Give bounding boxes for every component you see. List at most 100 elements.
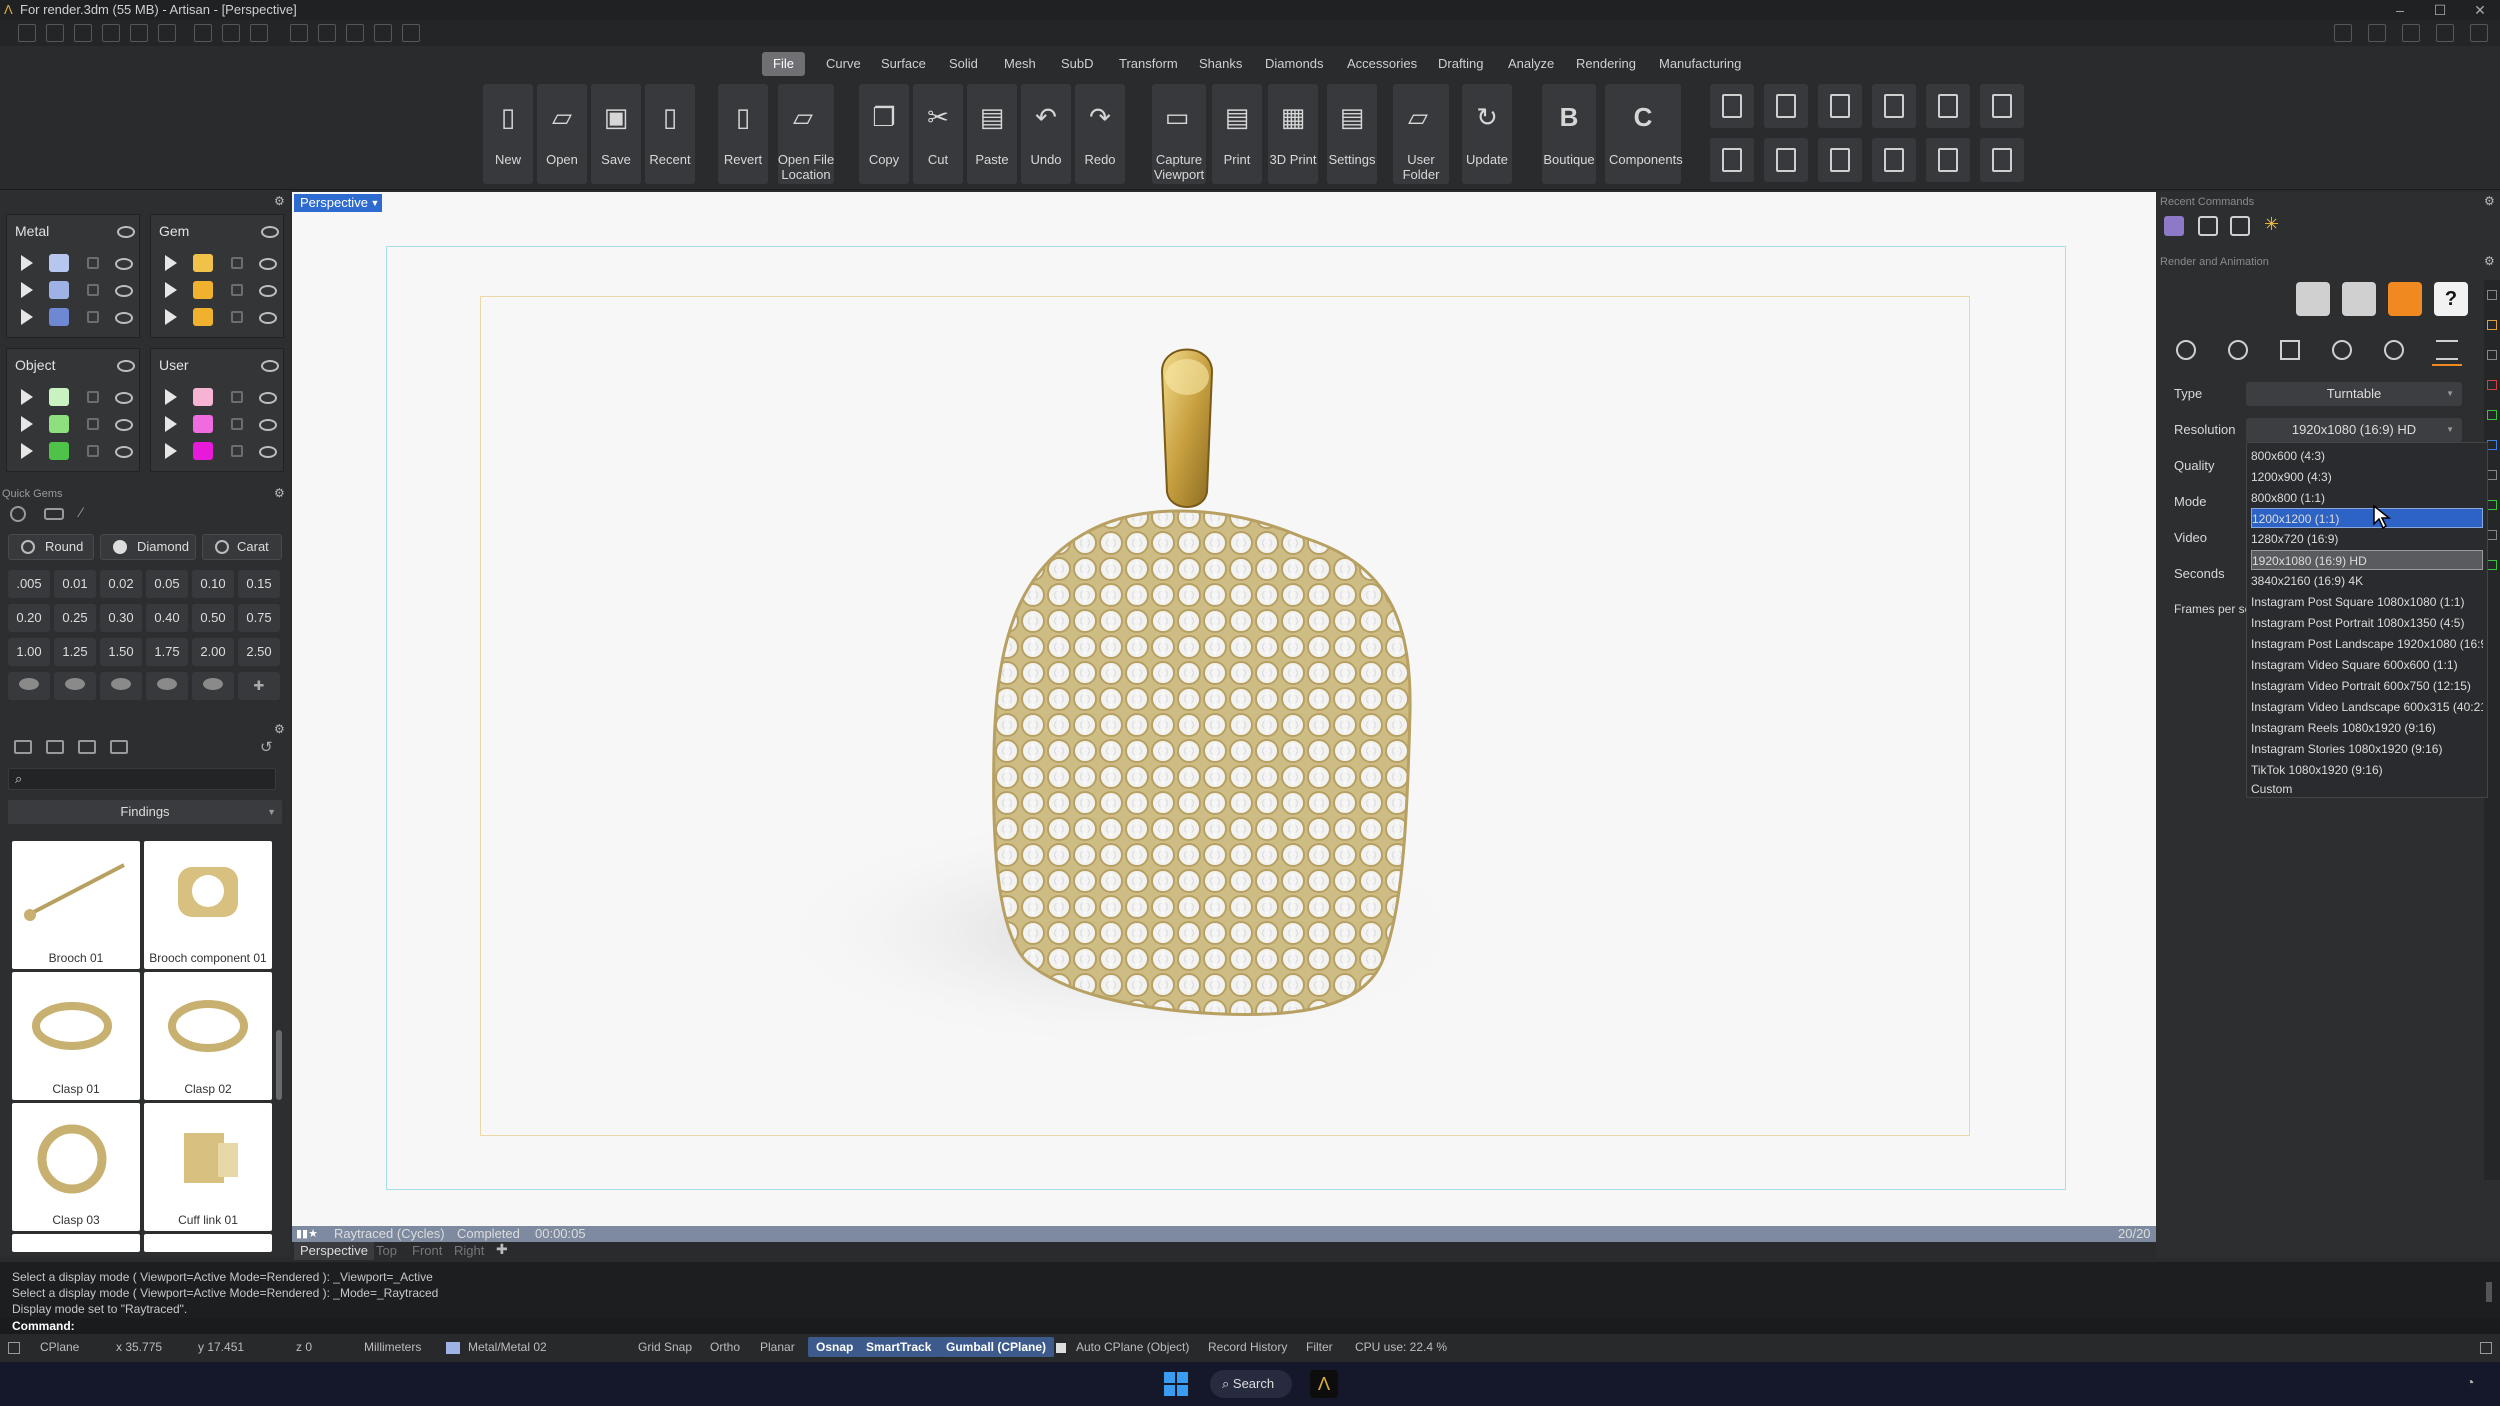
lock-icon[interactable] [231,418,243,430]
eye-icon[interactable] [115,446,133,458]
recent-gear-icon[interactable]: ⚙ [2484,194,2495,208]
environment-icon[interactable] [2228,340,2248,360]
capture-viewport-button[interactable]: ▭ Capture Viewport [1152,84,1206,184]
gem-setting-button[interactable] [146,672,188,700]
boutique-tool-button[interactable] [1926,138,1970,182]
qa-tool-icon[interactable] [318,24,336,42]
carat-value-button[interactable]: 1.50 [100,638,142,666]
play-icon[interactable] [165,416,177,432]
settings-icon[interactable] [2470,24,2488,42]
layer-color-swatch[interactable] [49,254,69,272]
strip-icon[interactable] [2487,350,2497,360]
gem-type-select[interactable]: Diamond [100,534,196,560]
minimize-button[interactable]: – [2380,0,2420,20]
resolution-option-hovered[interactable]: 1200x1200 (1:1) [2251,508,2483,528]
viewport-perspective[interactable] [292,192,2156,1242]
redo-button[interactable]: ↷ Redo [1075,84,1125,184]
strip-icon[interactable] [2487,470,2497,480]
carat-value-button[interactable]: 0.20 [8,604,50,632]
record-history-toggle[interactable]: Record History [1208,1340,1287,1354]
library-item-partial[interactable] [144,1234,272,1252]
tab-surface[interactable]: Surface [870,52,937,76]
strip-icon[interactable] [2487,290,2497,300]
play-icon[interactable] [21,255,33,271]
open-button[interactable]: ▱ Open [537,84,587,184]
carat-value-button[interactable]: 1.00 [8,638,50,666]
artisan-taskbar-icon[interactable]: Λ [1310,1370,1338,1398]
tab-mesh[interactable]: Mesh [993,52,1047,76]
qa-tool-icon[interactable] [374,24,392,42]
panel-toggle-icon[interactable] [2480,1342,2492,1354]
carat-value-button[interactable]: 0.01 [54,570,96,598]
taskbar-search[interactable]: ⌕ Search [1210,1370,1292,1398]
library-gear-icon[interactable]: ⚙ [274,722,285,736]
undo-button[interactable]: ↶ Undo [1021,84,1071,184]
maximize-button[interactable]: ☐ [2420,0,2460,20]
lock-icon[interactable] [231,284,243,296]
info-icon[interactable] [2368,24,2386,42]
carat-value-button[interactable]: 0.30 [100,604,142,632]
carat-value-button[interactable]: 0.05 [146,570,188,598]
recent-cmd-sun-icon[interactable]: ✳ [2264,214,2279,235]
resolution-option-selected[interactable]: 1920x1080 (16:9) HD [2251,550,2483,570]
eye-icon[interactable] [259,392,277,404]
resolution-option[interactable]: TikTok 1080x1920 (9:16) [2251,760,2483,780]
qa-new-template-icon[interactable] [46,24,64,42]
save-button[interactable]: ▣ Save [591,84,641,184]
tab-accessories[interactable]: Accessories [1336,52,1428,76]
copy-button[interactable]: ❐ Copy [859,84,909,184]
resolution-option[interactable]: Instagram Video Portrait 600x750 (12:15) [2251,676,2483,696]
layer-color-swatch[interactable] [193,415,213,433]
layer-color-swatch[interactable] [193,388,213,406]
background-icon[interactable] [2280,340,2300,360]
lock-icon[interactable] [87,311,99,323]
tab-front[interactable]: Front [412,1243,442,1258]
layer-color-swatch[interactable] [193,442,213,460]
osnap-toggle[interactable]: Osnap [808,1337,862,1357]
carat-value-button[interactable]: 0.50 [192,604,234,632]
render-gear-icon[interactable]: ⚙ [2484,254,2495,268]
gem-unit-select[interactable]: Carat [202,534,282,560]
qa-redo-icon[interactable] [158,24,176,42]
play-icon[interactable] [165,389,177,405]
tab-rendering[interactable]: Rendering [1565,52,1647,76]
strip-icon[interactable] [2487,560,2497,570]
play-icon[interactable] [21,309,33,325]
status-layer[interactable]: Metal/Metal 02 [468,1340,547,1354]
resolution-option[interactable]: Instagram Post Square 1080x1080 (1:1) [2251,592,2483,612]
strip-icon[interactable] [2487,530,2497,540]
library-item-partial[interactable] [12,1234,140,1252]
lock-icon[interactable] [231,445,243,457]
lock-icon[interactable] [87,257,99,269]
eye-icon[interactable] [259,446,277,458]
resolution-option[interactable]: 800x800 (1:1) [2251,488,2483,508]
gem-setting-icon[interactable] [44,508,64,520]
command-scrollbar[interactable] [2486,1282,2492,1302]
tab-top[interactable]: Top [376,1243,397,1258]
resolution-option[interactable]: Instagram Video Square 600x600 (1:1) [2251,655,2483,675]
carat-value-button[interactable]: 1.25 [54,638,96,666]
eye-icon[interactable] [115,419,133,431]
open-file-location-button[interactable]: ▱ Open File Location [778,84,834,184]
lock-icon[interactable] [231,391,243,403]
type-select[interactable]: Turntable ▼ [2246,382,2462,406]
library-save-icon[interactable] [78,740,96,754]
boutique-tool-button[interactable] [1710,138,1754,182]
boutique-tool-button[interactable] [1872,138,1916,182]
auto-cplane-toggle[interactable]: Auto CPlane (Object) [1076,1340,1189,1354]
library-item-cuff-link-01[interactable]: Cuff link 01 [144,1103,272,1231]
camera-settings-icon[interactable] [2176,340,2196,360]
eye-icon[interactable] [259,258,277,270]
grid-snap-toggle[interactable]: Grid Snap [638,1340,692,1354]
gem-setting-button[interactable] [100,672,142,700]
eye-icon[interactable] [115,285,133,297]
tab-solid[interactable]: Solid [938,52,989,76]
library-category-select[interactable]: Findings ▼ [8,800,282,824]
boutique-tool-button[interactable] [1926,84,1970,128]
library-item-clasp-03[interactable]: Clasp 03 [12,1103,140,1231]
ortho-toggle[interactable]: Ortho [710,1340,740,1354]
render-still-button[interactable] [2296,282,2330,316]
boutique-tool-button[interactable] [1980,138,2024,182]
carat-value-button[interactable]: 1.75 [146,638,188,666]
eye-icon[interactable] [115,392,133,404]
